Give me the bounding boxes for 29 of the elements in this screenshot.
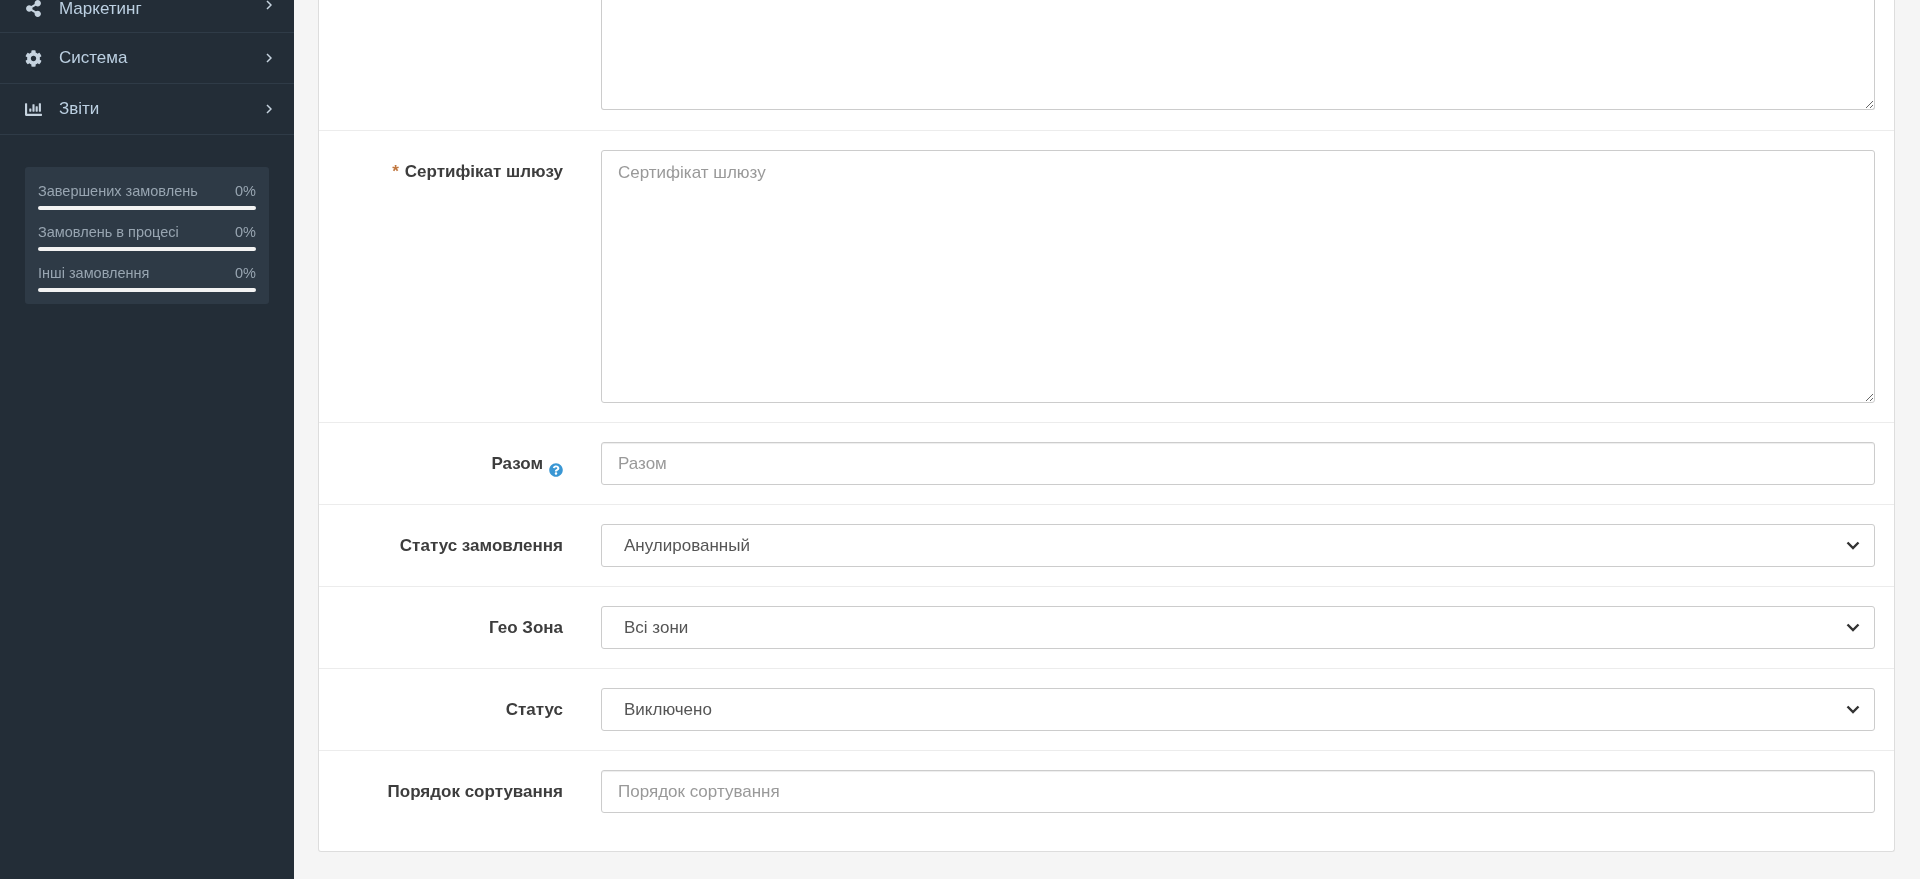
dropdown-select[interactable]: Анулированный [601, 524, 1875, 567]
stat-percentage: 0% [235, 182, 256, 200]
field-label: Статус [505, 700, 563, 720]
field-label: Статус замовлення [399, 536, 563, 556]
field-label: Гео Зона [488, 618, 563, 638]
field-label: Сертифікат шлюзу [404, 162, 563, 182]
share-icon [25, 0, 42, 17]
stat-label: Завершених замовлень [38, 182, 198, 200]
menu-item[interactable]: Система [0, 33, 294, 84]
text-input-field[interactable]: Порядок сортування [601, 770, 1875, 813]
stat-label: Замовлень в процесі [38, 223, 179, 241]
stat-percentage: 0% [235, 264, 256, 282]
help-icon[interactable] [549, 462, 563, 477]
chevron-down-icon [1846, 623, 1860, 632]
settings-icon [25, 49, 42, 67]
field-label: Порядок сортування [387, 782, 563, 802]
stat-label: Інші замовлення [38, 264, 150, 282]
dropdown-select[interactable]: Всі зони [601, 606, 1875, 649]
text-area-field[interactable]: Сертифікат шлюзу [601, 150, 1875, 403]
text-area-field[interactable] [601, 0, 1875, 110]
chevron-down-icon [1846, 705, 1860, 714]
stat-percentage: 0% [235, 223, 256, 241]
field-label: Разом [491, 454, 543, 474]
chevron-down-icon [1846, 541, 1860, 550]
menu-item[interactable]: Маркетинг [0, 0, 294, 33]
text-input-field[interactable]: Разом [601, 442, 1875, 485]
required-mark: * [392, 162, 399, 182]
bar-chart-icon [25, 100, 42, 118]
dropdown-select[interactable]: Виключено [601, 688, 1875, 731]
